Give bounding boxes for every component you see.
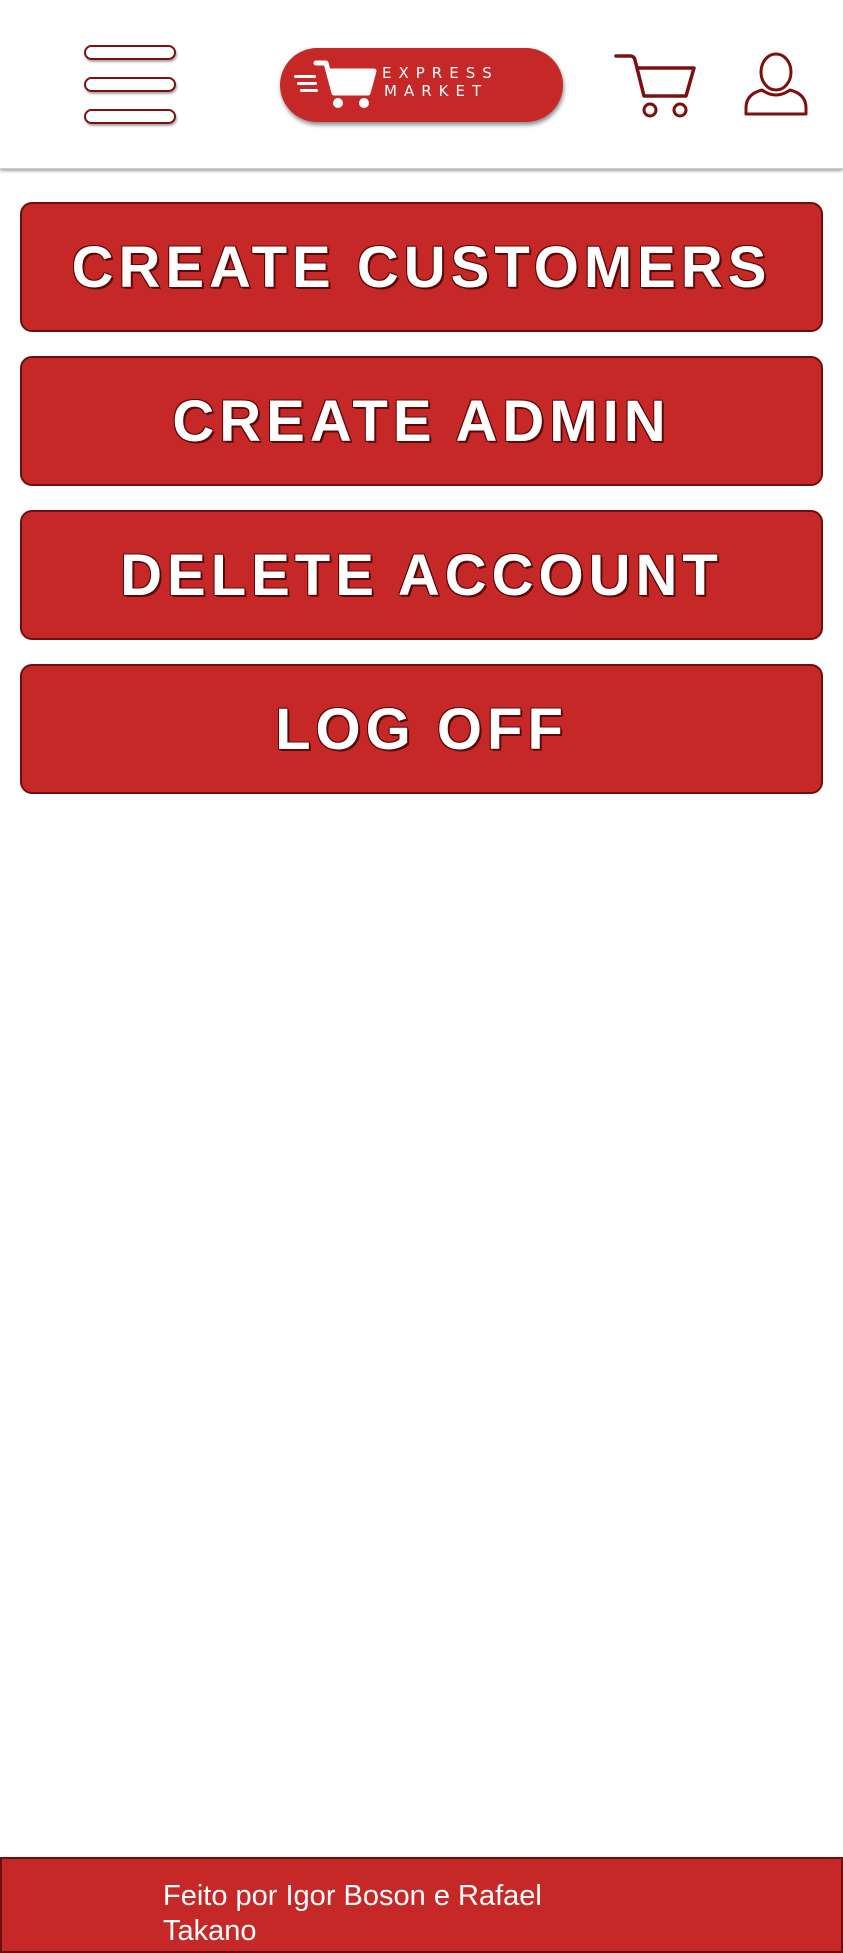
user-profile-icon[interactable] <box>742 50 810 122</box>
footer: Feito por Igor Boson e Rafael Takano <box>0 1857 843 1953</box>
menu-bar-top <box>84 45 176 60</box>
menu-bar-bottom <box>84 109 176 124</box>
create-admin-button[interactable]: CREATE ADMIN <box>20 356 823 486</box>
menu-bar-middle <box>84 77 176 92</box>
delete-account-button[interactable]: DELETE ACCOUNT <box>20 510 823 640</box>
logo-cart-icon <box>294 60 377 108</box>
shopping-cart-icon[interactable] <box>610 48 700 124</box>
top-header: EXPRESS MARKET <box>0 0 843 169</box>
logo-line-2: MARKET <box>384 82 489 100</box>
express-market-logo[interactable]: EXPRESS MARKET <box>280 48 563 122</box>
logo-text: EXPRESS MARKET <box>382 64 499 100</box>
admin-menu: CREATE CUSTOMERS CREATE ADMIN DELETE ACC… <box>20 202 823 818</box>
create-customers-button[interactable]: CREATE CUSTOMERS <box>20 202 823 332</box>
log-off-button[interactable]: LOG OFF <box>20 664 823 794</box>
logo-line-1: EXPRESS <box>382 64 499 82</box>
footer-credits: Feito por Igor Boson e Rafael Takano <box>163 1880 542 1947</box>
hamburger-menu-icon[interactable] <box>84 45 176 129</box>
